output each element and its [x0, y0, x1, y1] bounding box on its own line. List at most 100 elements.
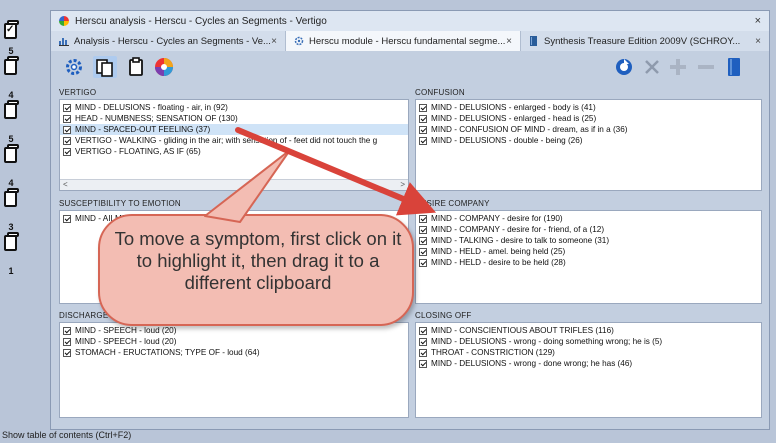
copy-clipboard-icon[interactable] [93, 56, 117, 78]
list-item[interactable]: MIND - DELUSIONS - enlarged - body is (4… [416, 102, 761, 113]
clipboard-icon[interactable] [3, 144, 19, 164]
panel-title: SUSCEPTIBILITY TO EMOTION [59, 199, 181, 208]
list-item[interactable]: MIND - SPEECH - loud (20) [60, 325, 408, 336]
tab-analysis[interactable]: Analysis - Herscu - Cycles an Segments -… [51, 31, 286, 51]
clipboard-icon[interactable] [3, 56, 19, 76]
checkbox[interactable] [419, 214, 427, 223]
clipboard-count: 4 [8, 90, 14, 100]
panel-title: VERTIGO [59, 88, 97, 97]
checkbox[interactable] [63, 114, 71, 123]
list-item[interactable]: MIND - DELUSIONS - wrong - doing somethi… [416, 336, 761, 347]
toolbar [51, 51, 769, 83]
clipboard-panel-closing-off[interactable]: MIND - CONSCIENTIOUS ABOUT TRIFLES (116)… [415, 322, 762, 418]
settings-icon[interactable] [63, 56, 85, 78]
checkbox[interactable] [419, 337, 427, 346]
book-icon[interactable] [723, 56, 745, 78]
book-icon [530, 36, 537, 46]
horizontal-scrollbar[interactable]: < > [60, 179, 408, 190]
list-item[interactable]: MIND - COMPANY - desire for - friend, of… [416, 224, 761, 235]
list-item[interactable]: MIND - CONFUSION OF MIND - dream, as if … [416, 124, 761, 135]
panel-title: CLOSING OFF [415, 311, 472, 320]
refresh-icon[interactable] [613, 56, 635, 78]
checkbox[interactable] [419, 359, 427, 368]
window-title: Herscu analysis - Herscu - Cycles an Seg… [75, 15, 327, 27]
clipboard-sidebar: ✓ 5 4 5 4 3 1 [0, 0, 22, 430]
app-logo-icon [59, 16, 69, 26]
clipboard-count: 4 [8, 178, 14, 188]
list-item[interactable]: MIND - HELD - desire to be held (28) [416, 257, 761, 268]
tutorial-callout: To move a symptom, first click on it to … [98, 214, 414, 326]
checkbox[interactable] [419, 103, 427, 112]
tab-close-button[interactable]: × [755, 36, 761, 47]
list-item[interactable]: HEAD - NUMBNESS; SENSATION OF (130) [60, 113, 408, 124]
panel-title: DISCHARGE [59, 311, 109, 320]
panel-title: CONFUSION [415, 88, 465, 97]
remove-icon[interactable] [641, 56, 663, 78]
checkbox[interactable] [63, 337, 71, 346]
panel-title: DESIRE COMPANY [415, 199, 490, 208]
tab-label: Synthesis Treasure Edition 2009V (SCHROY… [544, 35, 741, 47]
clipboard-icon[interactable] [3, 100, 19, 120]
checkbox[interactable] [419, 236, 427, 245]
clipboard-icon-active[interactable]: ✓ [3, 20, 19, 40]
checkbox[interactable] [419, 258, 427, 267]
title-bar: Herscu analysis - Herscu - Cycles an Seg… [51, 11, 769, 31]
bar-chart-icon [59, 38, 69, 46]
clipboard-count: 5 [8, 46, 14, 56]
clipboard-count: 5 [8, 134, 14, 144]
list-item[interactable]: MIND - DELUSIONS - floating - air, in (9… [60, 102, 408, 113]
clipboard-panel-vertigo[interactable]: MIND - DELUSIONS - floating - air, in (9… [59, 99, 409, 191]
checkbox[interactable] [63, 326, 71, 335]
list-item[interactable]: MIND - CONSCIENTIOUS ABOUT TRIFLES (116) [416, 325, 761, 336]
list-item[interactable]: VERTIGO - FLOATING, AS IF (65) [60, 146, 408, 157]
clipboard-panel-discharge[interactable]: MIND - SPEECH - loud (20) MIND - SPEECH … [59, 322, 409, 418]
list-item[interactable]: VERTIGO - WALKING - gliding in the air; … [60, 135, 408, 146]
tab-label: Analysis - Herscu - Cycles an Segments -… [74, 35, 271, 47]
checkbox[interactable] [419, 136, 427, 145]
list-item[interactable]: MIND - HELD - amel. being held (25) [416, 246, 761, 257]
list-item[interactable]: MIND - COMPANY - desire for (190) [416, 213, 761, 224]
tab-close-button[interactable]: × [506, 36, 512, 47]
minus-icon[interactable] [695, 56, 717, 78]
clipboard-panel-confusion[interactable]: MIND - DELUSIONS - enlarged - body is (4… [415, 99, 762, 191]
tab-label: Herscu module - Herscu fundamental segme… [309, 35, 506, 47]
tab-herscu-module[interactable]: Herscu module - Herscu fundamental segme… [286, 31, 521, 51]
clipboard-icon[interactable] [125, 56, 147, 78]
list-item-selected[interactable]: MIND - SPACED-OUT FEELING (37) [60, 124, 408, 135]
tab-close-button[interactable]: × [271, 36, 277, 47]
checkbox[interactable] [419, 326, 427, 335]
scroll-left-arrow[interactable]: < [63, 180, 68, 189]
window-close-button[interactable]: × [755, 15, 761, 27]
clipboard-icon[interactable] [3, 188, 19, 208]
checkbox[interactable] [419, 125, 427, 134]
gear-icon [294, 36, 304, 46]
scroll-right-arrow[interactable]: > [400, 180, 405, 189]
checkbox[interactable] [63, 125, 71, 134]
checkbox[interactable] [419, 225, 427, 234]
color-wheel-icon[interactable] [153, 56, 175, 78]
checkbox[interactable] [419, 348, 427, 357]
list-item[interactable]: MIND - DELUSIONS - enlarged - head is (2… [416, 113, 761, 124]
checkbox[interactable] [63, 103, 71, 112]
list-item[interactable]: MIND - TALKING - desire to talk to someo… [416, 235, 761, 246]
clipboard-count: 3 [8, 222, 14, 232]
add-icon[interactable] [667, 56, 689, 78]
checkbox[interactable] [63, 136, 71, 145]
list-item[interactable]: THROAT - CONSTRICTION (129) [416, 347, 761, 358]
list-item[interactable]: STOMACH - ERUCTATIONS; TYPE OF - loud (6… [60, 347, 408, 358]
clipboard-icon[interactable] [3, 232, 19, 252]
list-item[interactable]: MIND - DELUSIONS - wrong - done wrong; h… [416, 358, 761, 369]
list-item[interactable]: MIND - SPEECH - loud (20) [60, 336, 408, 347]
checkbox[interactable] [419, 247, 427, 256]
checkbox[interactable] [419, 114, 427, 123]
clipboard-panel-desire-company[interactable]: MIND - COMPANY - desire for (190) MIND -… [415, 210, 762, 304]
tab-synthesis[interactable]: Synthesis Treasure Edition 2009V (SCHROY… [521, 31, 769, 51]
tab-bar: Analysis - Herscu - Cycles an Segments -… [51, 31, 769, 51]
checkbox[interactable] [63, 348, 71, 357]
status-bar: Show table of contents (Ctrl+F2) [0, 430, 776, 443]
checkbox[interactable] [63, 214, 71, 223]
clipboard-count: 1 [8, 266, 14, 276]
callout-text: To move a symptom, first click on it to … [114, 228, 402, 293]
list-item[interactable]: MIND - DELUSIONS - double - being (26) [416, 135, 761, 146]
checkbox[interactable] [63, 147, 71, 156]
